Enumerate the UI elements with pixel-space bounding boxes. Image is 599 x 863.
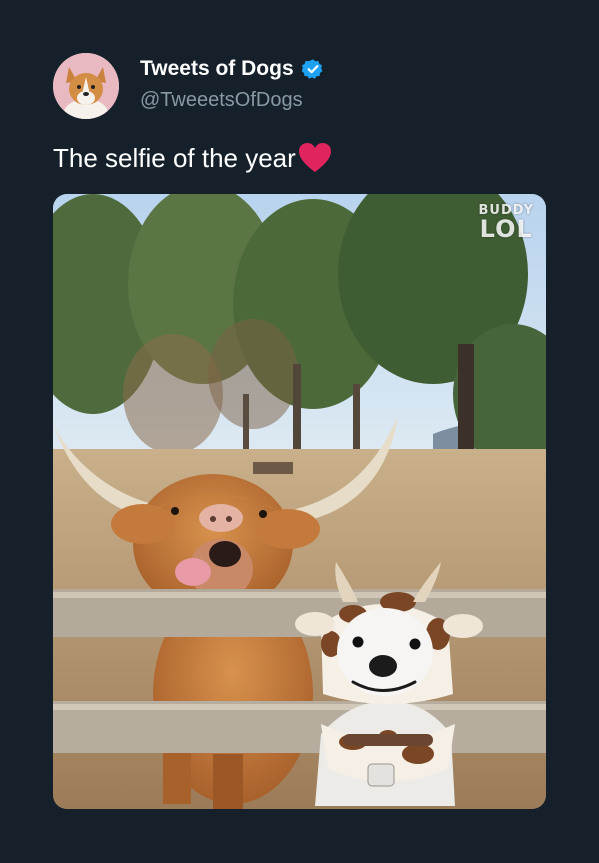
display-name[interactable]: Tweets of Dogs (140, 57, 294, 81)
verified-badge-icon (301, 58, 324, 80)
tweet: Tweets of Dogs @TweeetsOfDogs The selfie… (0, 0, 599, 863)
heart-icon (298, 142, 332, 174)
tweet-photo[interactable]: BUDDY LOL (53, 194, 546, 809)
author-name-row[interactable]: Tweets of Dogs (140, 57, 324, 81)
corgi-avatar-image (53, 53, 119, 119)
tweet-text: The selfie of the year (53, 142, 332, 174)
watermark-bottom: LOL (479, 215, 533, 243)
highland-cow-and-dog-photo (53, 194, 546, 809)
handle[interactable]: @TweeetsOfDogs (140, 89, 303, 112)
tweet-text-content: The selfie of the year (53, 142, 296, 173)
buddy-lol-watermark: BUDDY LOL (478, 204, 534, 241)
avatar[interactable] (53, 53, 119, 119)
